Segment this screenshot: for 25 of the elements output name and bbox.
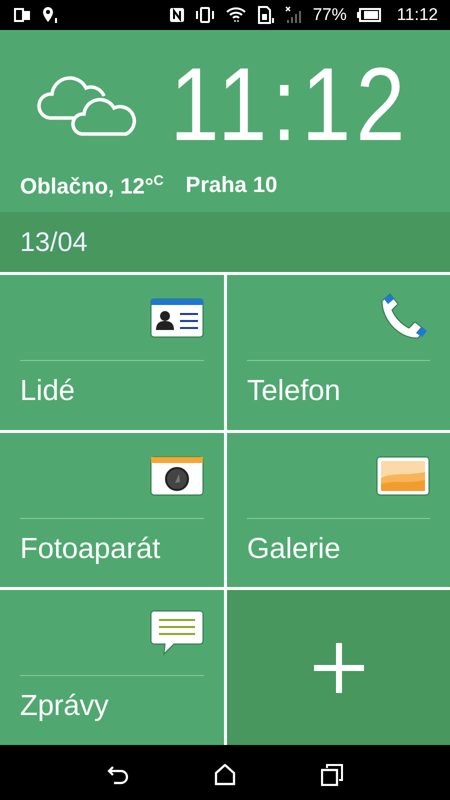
- sim-card-icon: [256, 6, 275, 24]
- camera-icon: [150, 456, 204, 496]
- location-pin-icon: [42, 6, 58, 24]
- clock-time: 11:12: [170, 53, 410, 157]
- signal-icon: [284, 6, 303, 24]
- gallery-picture-icon: [376, 456, 430, 496]
- app-tile[interactable]: Lidé: [0, 275, 224, 430]
- app-tile[interactable]: Fotoaparát: [0, 433, 224, 587]
- wifi-icon: [224, 6, 247, 24]
- app-tile[interactable]: Zprávy: [0, 590, 224, 745]
- location-text: Praha 10: [186, 172, 278, 198]
- date-bar: 13/04: [0, 212, 450, 272]
- app-tile[interactable]: Galerie: [227, 433, 450, 587]
- screen-mirror-icon: [14, 7, 32, 23]
- battery-icon: [356, 8, 381, 22]
- vibrate-icon: [194, 7, 215, 23]
- message-bubble-icon: [150, 610, 204, 656]
- plus-icon: [314, 642, 364, 692]
- app-tile[interactable]: Telefon: [227, 275, 450, 430]
- contact-card-icon: [150, 298, 204, 338]
- battery-percent: 77%: [312, 5, 347, 25]
- add-tile[interactable]: [227, 590, 450, 745]
- nfc-icon: [168, 7, 185, 23]
- weather-text: Oblačno, 12°$^{C}$: [20, 172, 164, 200]
- status-time: 11:12: [396, 5, 438, 25]
